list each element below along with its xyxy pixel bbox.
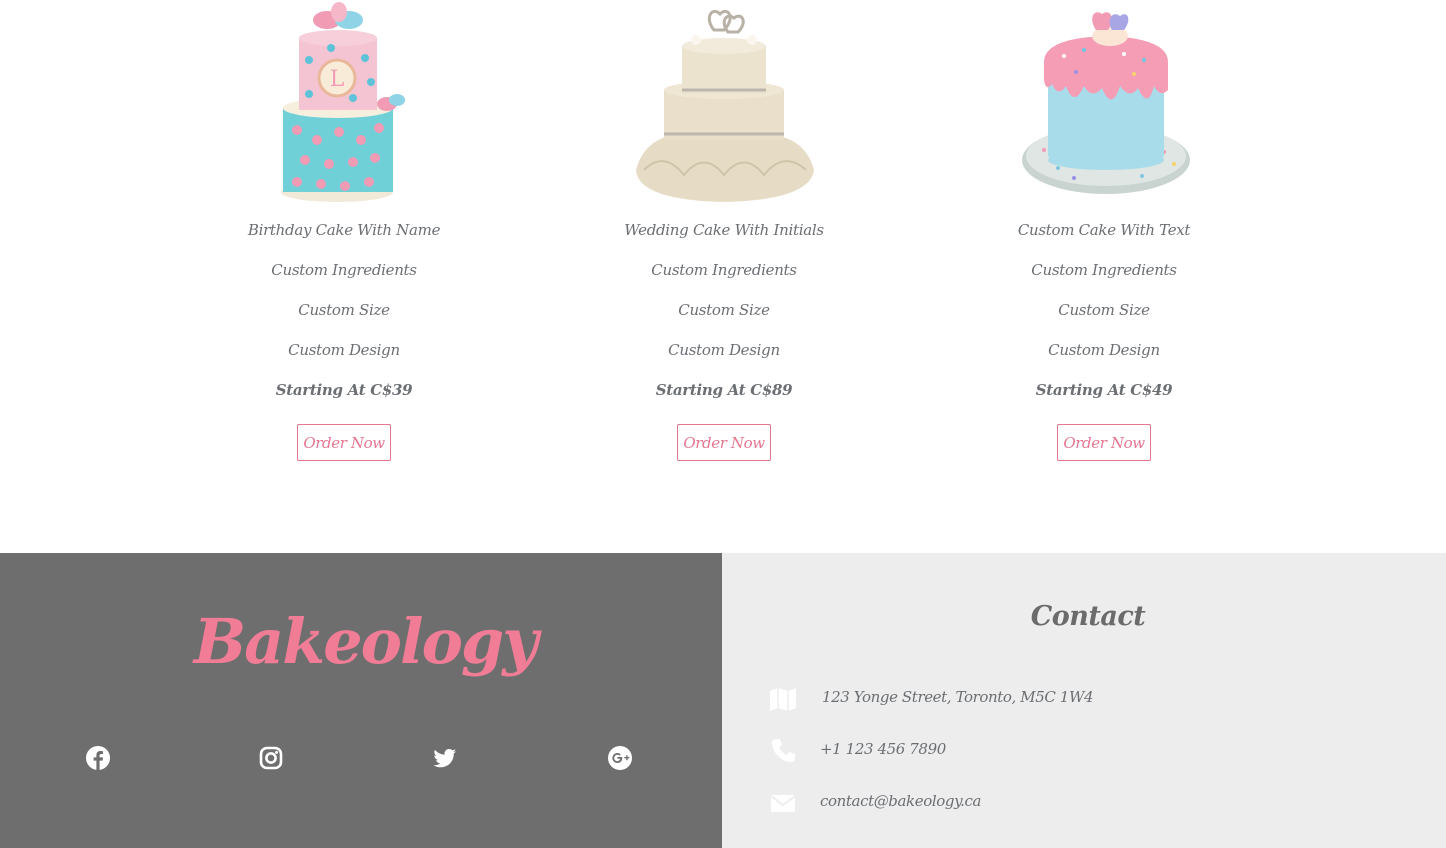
- product-design: Custom Design: [288, 341, 400, 359]
- instagram-icon[interactable]: [258, 745, 284, 771]
- product-card-custom: Custom Cake With Text Custom Ingredients…: [954, 0, 1254, 461]
- envelope-icon: [768, 788, 798, 818]
- products-section: L Birthday Cake With Name Custom Ingredi…: [0, 0, 1446, 553]
- order-now-button[interactable]: Order Now: [297, 424, 391, 461]
- product-size: Custom Size: [678, 301, 770, 319]
- product-name: Wedding Cake With Initials: [624, 221, 824, 239]
- product-design: Custom Design: [668, 341, 780, 359]
- product-size: Custom Size: [298, 301, 390, 319]
- order-now-button[interactable]: Order Now: [1057, 424, 1151, 461]
- contact-email[interactable]: contact@bakeology.ca: [820, 792, 981, 810]
- product-price: Starting At C$39: [275, 381, 413, 399]
- product-price: Starting At C$89: [655, 381, 793, 399]
- product-design: Custom Design: [1048, 341, 1160, 359]
- footer-contact-panel: Contact 123 Yonge Street, Toronto, M5C 1…: [722, 553, 1446, 848]
- product-price: Starting At C$49: [1035, 381, 1173, 399]
- product-ingredients: Custom Ingredients: [271, 261, 417, 279]
- product-ingredients: Custom Ingredients: [651, 261, 797, 279]
- svg-text:L: L: [330, 67, 345, 92]
- wedding-cake-image: [574, 0, 874, 210]
- product-card-wedding: Wedding Cake With Initials Custom Ingred…: [574, 0, 874, 461]
- google-plus-icon[interactable]: [607, 745, 633, 771]
- birthday-cake-image: L: [194, 0, 494, 210]
- product-name: Custom Cake With Text: [1017, 221, 1191, 239]
- footer-brand-panel: Bakeology: [0, 553, 722, 848]
- phone-icon: [768, 736, 798, 766]
- product-size: Custom Size: [1058, 301, 1150, 319]
- twitter-icon[interactable]: [432, 745, 458, 771]
- product-name: Birthday Cake With Name: [247, 221, 441, 239]
- custom-cake-image: [954, 0, 1254, 210]
- contact-heading: Contact: [1030, 601, 1146, 632]
- order-now-button[interactable]: Order Now: [677, 424, 771, 461]
- contact-phone[interactable]: +1 123 456 7890: [820, 740, 946, 758]
- contact-address: 123 Yonge Street, Toronto, M5C 1W4: [822, 688, 1094, 706]
- facebook-icon[interactable]: [85, 745, 111, 771]
- product-ingredients: Custom Ingredients: [1031, 261, 1177, 279]
- map-icon: [768, 684, 798, 714]
- brand-logo[interactable]: Bakeology: [0, 605, 730, 678]
- product-card-birthday: L Birthday Cake With Name Custom Ingredi…: [194, 0, 494, 461]
